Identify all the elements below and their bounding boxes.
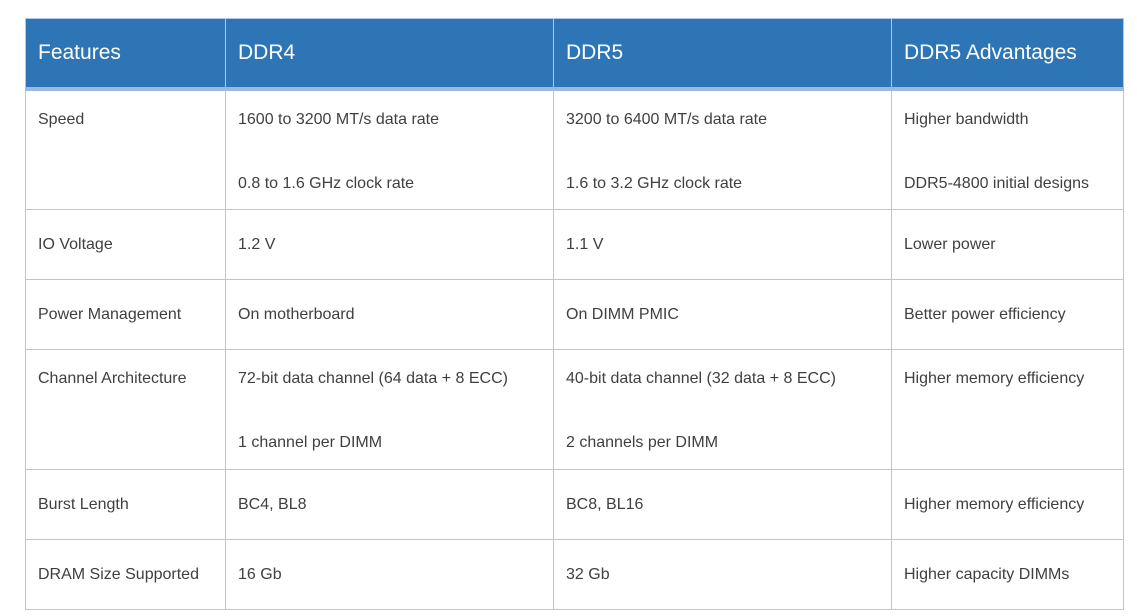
advantage-cell: Higher capacity DIMMs xyxy=(891,539,1124,610)
ddr5-cell: BC8, BL16 xyxy=(553,469,892,540)
header-features: Features xyxy=(25,18,226,91)
ddr4-cell: 1600 to 3200 MT/s data rate 0.8 to 1.6 GH… xyxy=(225,88,554,210)
table-row-power-management: Power Management On motherboard On DIMM … xyxy=(25,279,1124,350)
feature-cell: Speed xyxy=(25,88,226,210)
header-ddr5-advantages: DDR5 Advantages xyxy=(891,18,1124,91)
ddr5-cell: 32 Gb xyxy=(553,539,892,610)
advantage-cell: Lower power xyxy=(891,209,1124,280)
ddr4-cell: On motherboard xyxy=(225,279,554,350)
ddr4-cell: BC4, BL8 xyxy=(225,469,554,540)
feature-cell: IO Voltage xyxy=(25,209,226,280)
table-row-dram-size: DRAM Size Supported 16 Gb 32 Gb Higher c… xyxy=(25,539,1124,610)
header-ddr5: DDR5 xyxy=(553,18,892,91)
feature-cell: Channel Architecture xyxy=(25,349,226,470)
feature-cell: Burst Length xyxy=(25,469,226,540)
advantage-cell: Higher memory efficiency xyxy=(891,349,1124,470)
ddr4-cell: 72-bit data channel (64 data + 8 ECC) 1 c… xyxy=(225,349,554,470)
ddr5-cell: 3200 to 6400 MT/s data rate 1.6 to 3.2 GH… xyxy=(553,88,892,210)
table-row-speed: Speed 1600 to 3200 MT/s data rate 0.8 to … xyxy=(25,88,1124,210)
advantage-cell: Higher memory efficiency xyxy=(891,469,1124,540)
ddr4-cell: 1.2 V xyxy=(225,209,554,280)
ddr5-cell: On DIMM PMIC xyxy=(553,279,892,350)
ddr5-cell: 40-bit data channel (32 data + 8 ECC) 2 c… xyxy=(553,349,892,470)
header-ddr4: DDR4 xyxy=(225,18,554,91)
table-row-io-voltage: IO Voltage 1.2 V 1.1 V Lower power xyxy=(25,209,1124,280)
table-row-burst-length: Burst Length BC4, BL8 BC8, BL16 Higher m… xyxy=(25,469,1124,540)
advantage-cell: Higher bandwidth DDR5-4800 initial design… xyxy=(891,88,1124,210)
ddr5-cell: 1.1 V xyxy=(553,209,892,280)
ddr4-cell: 16 Gb xyxy=(225,539,554,610)
ddr4-vs-ddr5-table: Features DDR4 DDR5 DDR5 Advantages Speed… xyxy=(25,18,1124,610)
feature-cell: DRAM Size Supported xyxy=(25,539,226,610)
feature-cell: Power Management xyxy=(25,279,226,350)
advantage-cell: Better power efficiency xyxy=(891,279,1124,350)
header-row: Features DDR4 DDR5 DDR5 Advantages xyxy=(25,18,1124,91)
table-row-channel-architecture: Channel Architecture 72-bit data channel… xyxy=(25,349,1124,470)
